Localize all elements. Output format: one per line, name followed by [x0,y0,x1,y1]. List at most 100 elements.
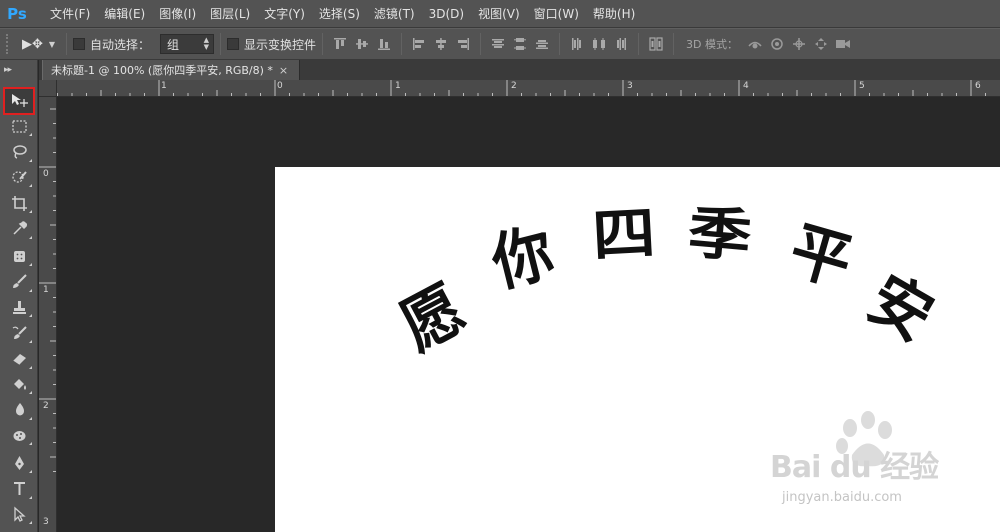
move-tool[interactable] [3,87,35,115]
menu-layer[interactable]: 图层(L) [204,0,256,28]
close-icon[interactable]: × [279,64,288,77]
align-bottom-edges-button[interactable] [373,33,395,55]
blur-tool[interactable] [4,397,34,423]
document-tab-bar: 未标题-1 @ 100% (愿你四季平安, RGB/8) * × [39,60,1000,80]
history-brush-icon [12,325,27,339]
3d-scale-camera-button[interactable] [832,33,854,55]
divider [673,33,675,55]
crop-tool[interactable] [4,190,34,216]
document-canvas[interactable]: 愿 你 四 季 平 安 Bai du 经验 jingyan.baidu.com [275,167,1000,532]
brush-tool[interactable] [4,269,34,295]
menu-window[interactable]: 窗口(W) [528,0,585,28]
path-selection-tool[interactable] [4,502,34,528]
menu-filter[interactable]: 滤镜(T) [368,0,421,28]
quick-selection-icon [11,171,27,183]
ruler-origin[interactable] [39,80,57,97]
document-tab[interactable]: 未标题-1 @ 100% (愿你四季平安, RGB/8) * × [42,60,300,80]
auto-select-target-dropdown[interactable]: 组 ▲ ▼ [160,34,215,54]
menu-edit[interactable]: 编辑(E) [98,0,151,28]
type-tool[interactable] [4,476,34,502]
divider [638,33,640,55]
align-right-edges-button[interactable] [452,33,474,55]
tool-group-indicator [29,442,32,446]
3d-rotate-icon [748,41,762,49]
lasso-icon [12,145,27,160]
tool-group-indicator [29,263,32,267]
show-transform-checkbox[interactable] [227,38,240,50]
dodge-tool[interactable] [4,423,34,449]
droplet-icon [15,403,24,416]
marquee-tool[interactable] [4,114,34,140]
distribute-bottom-button[interactable] [531,33,553,55]
tool-group-indicator [29,288,32,292]
auto-align-icon [649,37,663,51]
eyedropper-tool[interactable] [4,216,34,242]
menu-view[interactable]: 视图(V) [472,0,526,28]
brush-icon [12,274,27,289]
auto-align-layers-button[interactable] [645,33,667,55]
align-left-edges-button[interactable] [408,33,430,55]
3d-pan-button[interactable] [788,33,810,55]
menu-bar: Ps 文件(F) 编辑(E) 图像(I) 图层(L) 文字(Y) 选择(S) 滤… [0,0,1000,28]
options-bar-grip[interactable] [6,34,12,54]
distribute-top-icon [492,39,505,48]
canvas-char: 安 [856,261,945,355]
quick-selection-tool[interactable] [4,165,34,191]
menu-file[interactable]: 文件(F) [44,0,96,28]
pen-tool[interactable] [4,450,34,476]
eraser-tool[interactable] [4,346,34,372]
distribute-left-button[interactable] [566,33,588,55]
distribute-right-icon [617,38,627,50]
ruler-label: 3 [627,81,633,91]
menu-image[interactable]: 图像(I) [153,0,202,28]
move-tool-preset-icon: ▶✥ [22,36,43,52]
healing-brush-tool[interactable] [4,244,34,270]
tool-group-indicator [29,133,32,137]
3d-rotate-button[interactable] [744,33,766,55]
pasteboard[interactable]: 愿 你 四 季 平 安 Bai du 经验 jingyan.baidu.com [57,97,1000,532]
canvas-char: 四 [591,200,657,270]
chevron-down-icon: ▼ [48,39,56,49]
align-horizontal-centers-button[interactable] [430,33,452,55]
distribute-vcenter-button[interactable] [509,33,531,55]
menu-select[interactable]: 选择(S) [313,0,366,28]
options-bar: ▶✥ ▼ 自动选择： 组 ▲ ▼ 显示变换控件 3D 模式： [0,28,1000,60]
distribute-right-button[interactable] [610,33,632,55]
crop-icon [11,195,27,211]
move-tool-icon [11,94,28,108]
eraser-icon [12,354,26,366]
paint-bucket-tool[interactable] [4,372,34,398]
type-icon [13,482,25,496]
ruler-label: 2 [43,401,49,411]
canvas-char: 季 [685,199,754,271]
menu-help[interactable]: 帮助(H) [587,0,641,28]
auto-select-checkbox[interactable] [73,38,85,50]
3d-roll-button[interactable] [766,33,788,55]
tool-group-indicator [29,339,32,343]
distribute-top-button[interactable] [487,33,509,55]
divider [66,33,67,55]
distribute-hcenter-button[interactable] [588,33,610,55]
bandage-icon [13,250,25,262]
clone-stamp-tool[interactable] [4,295,34,321]
tools-list [3,87,35,528]
3d-slide-button[interactable] [810,33,832,55]
vertical-ruler[interactable]: 0 1 2 3 [39,97,57,532]
baidu-watermark: Bai du 经验 jingyan.baidu.com [760,411,990,517]
menu-3d[interactable]: 3D(D) [423,0,470,28]
align-vertical-centers-button[interactable] [351,33,373,55]
pen-icon [14,455,24,470]
ruler-label: 0 [277,81,283,91]
tool-group-indicator [29,521,32,525]
watermark-url: jingyan.baidu.com [782,490,902,505]
lasso-tool[interactable] [4,139,34,165]
horizontal-ruler[interactable]: 1 0 1 2 3 4 5 6 [57,80,1000,97]
history-brush-tool[interactable] [4,320,34,346]
tool-group-indicator [29,495,32,499]
menu-type[interactable]: 文字(Y) [258,0,311,28]
tool-preset-picker[interactable]: ▶✥ ▼ [22,33,60,55]
align-top-edges-button[interactable] [329,33,351,55]
canvas-char: 愿 [389,271,477,364]
sponge-icon [13,431,25,442]
tools-panel-collapse[interactable]: ▸▸ [0,60,37,80]
